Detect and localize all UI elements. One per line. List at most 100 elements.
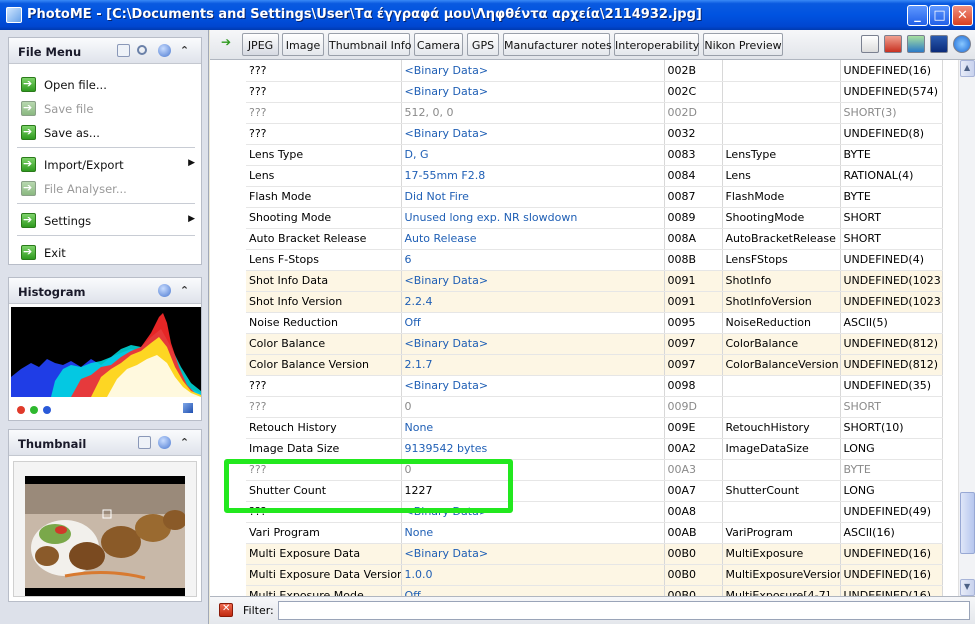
table-row[interactable]: ??? 0 009D SHORT (246, 396, 943, 418)
table-row[interactable]: Lens F-Stops 6 008B LensFStops UNDEFINED(4) (246, 249, 943, 271)
table-row[interactable]: ??? 512, 0, 0 002D SHORT(3) (246, 102, 943, 124)
cell-tag: 008A (664, 228, 723, 250)
table-row[interactable]: Shot Info Data <Binary Data> 0091 ShotInfo U… (246, 269, 943, 292)
menu-item-settings[interactable]: Settings ▶ (19, 210, 195, 232)
tab-thumbnail-info[interactable]: Thumbnail Info (328, 33, 412, 56)
red-channel-icon[interactable] (17, 406, 25, 414)
report-icon[interactable] (884, 35, 902, 53)
cell-value: 2.2.4 (401, 291, 665, 313)
table-row[interactable]: Image Data Size 9139542 bytes 00A2 ImageDat… (246, 438, 943, 460)
scroll-down-button[interactable] (960, 579, 975, 596)
menu-item-save-file[interactable]: Save file (19, 98, 195, 120)
close-button[interactable]: ✕ (952, 5, 973, 26)
cell-tag: 0091 (664, 291, 723, 313)
help-icon[interactable] (158, 44, 171, 57)
cell-type: UNDEFINED(8) (840, 123, 943, 145)
cell-tag: 00B0 (664, 564, 723, 586)
cell-type: SHORT (840, 396, 943, 418)
cell-type: BYTE (840, 186, 943, 208)
table-row[interactable]: ??? <Binary Data> 00A8 UNDEFINED(49) (246, 501, 943, 523)
menu-item-file-analyser[interactable]: File Analyser... (19, 178, 195, 200)
clear-filter-icon[interactable] (219, 603, 233, 617)
menu-separator (17, 235, 195, 236)
photoshop-icon[interactable] (930, 35, 948, 53)
cell-tagname (722, 123, 841, 145)
search-icon[interactable] (137, 45, 147, 55)
tab-manufacturer-notes[interactable]: Manufacturer notes (503, 33, 612, 56)
green-channel-icon[interactable] (30, 406, 38, 414)
collapse-icon[interactable]: ⌃ (178, 436, 191, 449)
cell-tagname (722, 459, 841, 481)
filter-input[interactable] (278, 601, 970, 620)
table-row[interactable]: Noise Reduction Off 0095 NoiseReduction ASCI… (246, 311, 943, 334)
filter-bar: Filter: (210, 596, 975, 624)
collapse-icon[interactable]: ⌃ (178, 44, 191, 57)
menu-item-open-file[interactable]: Open file... (19, 74, 195, 96)
tab-nikon-preview[interactable]: Nikon Preview (703, 33, 783, 56)
table-row[interactable]: ??? <Binary Data> 002B UNDEFINED(16) (246, 60, 943, 82)
cell-type: SHORT(3) (840, 102, 943, 124)
file-menu-panel: File Menu ⌃ Open file... Save file Save as… (8, 37, 202, 265)
table-row[interactable]: ??? <Binary Data> 002C UNDEFINED(574) (246, 81, 943, 103)
table-row[interactable]: ??? <Binary Data> 0032 UNDEFINED(8) (246, 123, 943, 145)
menu-item-save-as[interactable]: Save as... (19, 122, 195, 144)
scroll-thumb[interactable] (960, 492, 975, 554)
table-row[interactable]: ??? <Binary Data> 0098 UNDEFINED(35) (246, 374, 943, 397)
table-row[interactable]: Shooting Mode Unused long exp. NR slowdow… (246, 207, 943, 229)
tab-interoperability[interactable]: Interoperability (614, 33, 699, 56)
collapse-icon[interactable]: ⌃ (178, 284, 191, 297)
menu-item-import-export[interactable]: Import/Export ▶ (19, 154, 195, 176)
table-row[interactable]: Vari Program None 00AB VariProgram ASCII(16) (246, 522, 943, 544)
cell-name: Flash Mode (246, 186, 402, 208)
cell-value: 17-55mm F2.8 (401, 165, 665, 187)
cell-tag: 0089 (664, 207, 723, 229)
maximize-button[interactable]: □ (929, 5, 950, 26)
fit-icon[interactable] (138, 436, 151, 449)
browser-icon[interactable] (953, 35, 971, 53)
app-icon[interactable] (6, 7, 22, 23)
cell-tagname: ColorBalanceVersion (722, 354, 841, 376)
blue-channel-icon[interactable] (43, 406, 51, 414)
minimize-button[interactable]: _ (907, 5, 928, 26)
tab-label: Interoperability (615, 39, 700, 52)
table-row[interactable]: Lens Type D, G 0083 LensType BYTE (246, 144, 943, 166)
cell-value: <Binary Data> (401, 269, 665, 292)
tab-jpeg[interactable]: JPEG (242, 33, 279, 56)
vertical-scrollbar[interactable] (958, 60, 975, 596)
cell-tagname: ShutterCount (722, 480, 841, 502)
tab-camera[interactable]: Camera (414, 33, 463, 56)
tab-image[interactable]: Image (282, 33, 324, 56)
cell-name: Multi Exposure Mode (246, 585, 402, 596)
cell-value: Off (401, 311, 665, 334)
scroll-up-button[interactable] (960, 60, 975, 77)
table-row[interactable]: ??? 0 00A3 BYTE (246, 459, 943, 481)
table-row[interactable]: Multi Exposure Data <Binary Data> 00B0 Mult… (246, 542, 943, 565)
table-row[interactable]: Auto Bracket Release Auto Release 008A Auto… (246, 228, 943, 250)
help-icon[interactable] (158, 436, 171, 449)
menu-separator (17, 147, 195, 148)
table-row[interactable]: Shutter Count 1227 00A7 ShutterCount LONG (246, 480, 943, 502)
table-row[interactable]: Color Balance <Binary Data> 0097 ColorBalan… (246, 332, 943, 355)
copy-icon[interactable] (117, 44, 130, 57)
table-row[interactable]: Multi Exposure Mode Off 00B0 MultiExposure[… (246, 585, 943, 596)
go-arrow-icon[interactable] (221, 35, 234, 50)
menu-item-exit[interactable]: Exit (19, 242, 195, 264)
table-row[interactable]: Color Balance Version 2.1.7 0097 ColorBalan… (246, 354, 943, 376)
picture-icon[interactable] (907, 35, 925, 53)
green-arrow-icon (21, 213, 36, 228)
settings-tool-icon[interactable] (861, 35, 879, 53)
help-icon[interactable] (158, 284, 171, 297)
window-title: PhotoME - [C:\Documents and Settings\Use… (27, 7, 702, 22)
cell-value: 2.1.7 (401, 354, 665, 376)
table-row[interactable]: Shot Info Version 2.2.4 0091 ShotInfoVersio… (246, 291, 943, 313)
table-row[interactable]: Retouch History None 009E RetouchHistory SHO… (246, 417, 943, 439)
table-row[interactable]: Multi Exposure Data Version 1.0.0 00B0 Mult… (246, 564, 943, 586)
table-row[interactable]: Flash Mode Did Not Fire 0087 FlashMode BYTE (246, 186, 943, 208)
export-histogram-icon[interactable] (183, 403, 193, 413)
tab-gps[interactable]: GPS (467, 33, 499, 56)
cell-tag: 002D (664, 102, 723, 124)
table-row[interactable]: Lens 17-55mm F2.8 0084 Lens RATIONAL(4) (246, 165, 943, 187)
cell-tagname: ColorBalance (722, 332, 841, 355)
cell-type: UNDEFINED(574) (840, 81, 943, 103)
cell-value: 1.0.0 (401, 564, 665, 586)
